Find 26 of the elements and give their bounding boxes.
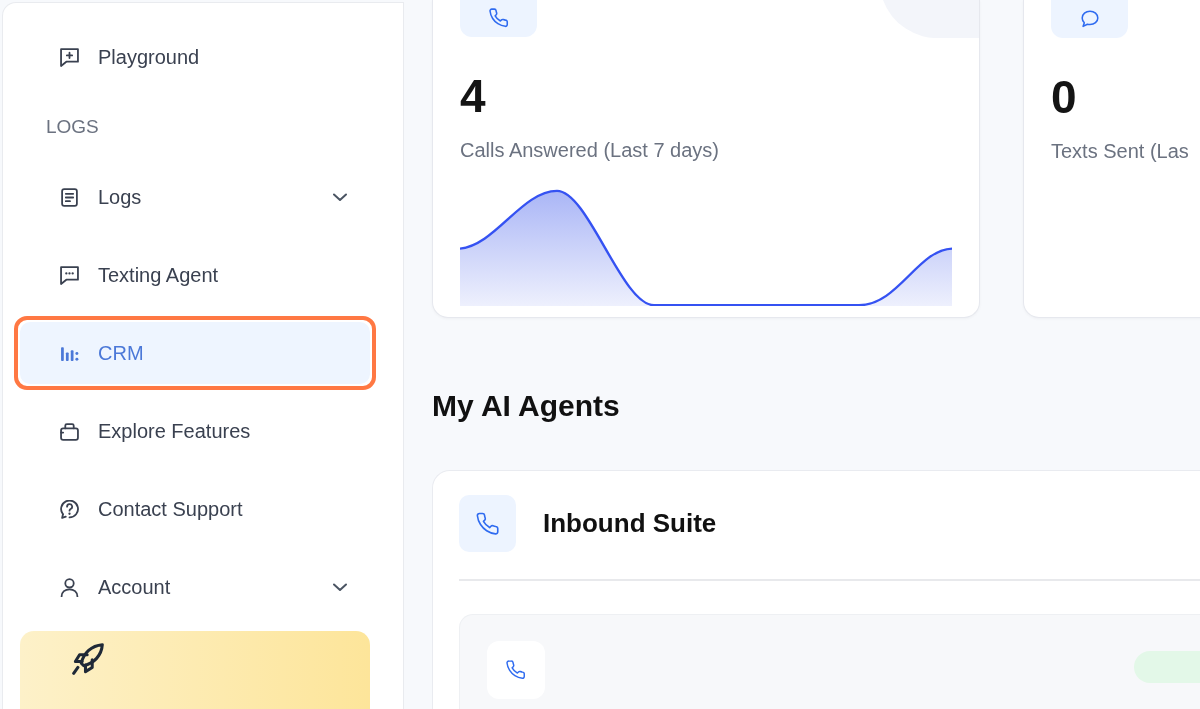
help-icon (60, 499, 79, 519)
phone-icon (460, 0, 537, 37)
stat-label: Texts Sent (Las (1051, 139, 1190, 164)
document-icon (60, 187, 79, 207)
phone-icon (459, 495, 516, 552)
phone-icon (487, 641, 545, 699)
stat-value: 0 (1051, 74, 1078, 120)
nav-item[interactable]: Playground (20, 26, 370, 88)
nav-item[interactable]: Logs (20, 166, 370, 229)
agent-title: Inbound Suite (543, 508, 717, 539)
nav-item[interactable]: CRM (20, 322, 370, 385)
nav-item[interactable]: Contact Support (20, 478, 370, 541)
nav-item[interactable]: Account (20, 556, 370, 619)
stat-label: Calls Answered (Last 7 days) (460, 137, 720, 163)
user-icon (60, 577, 79, 597)
nav-item[interactable]: Explore Features (20, 400, 370, 463)
promo-panel[interactable] (20, 631, 370, 709)
chat-dots-icon (60, 265, 79, 285)
section-label: LOGS (45, 115, 100, 140)
section-heading: My AI Agents (432, 388, 621, 424)
rocket-icon (72, 643, 104, 676)
nav-item[interactable]: Texting Agent (20, 244, 370, 307)
chat-plus-icon (60, 47, 79, 67)
chat-bubble-icon (1051, 0, 1128, 38)
briefcase-icon (60, 421, 79, 441)
stat-value: 4 (460, 72, 487, 119)
